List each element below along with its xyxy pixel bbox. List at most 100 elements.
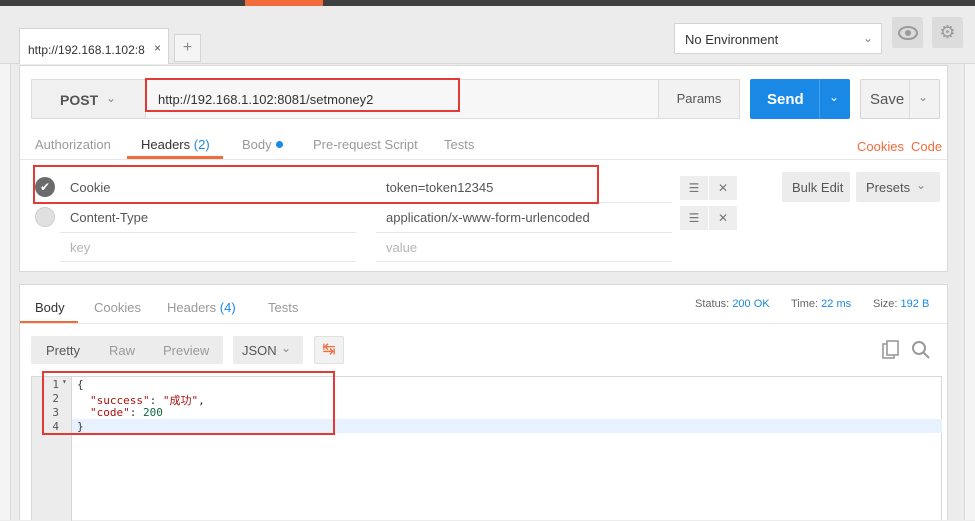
fold-arrow-icon[interactable]: ▾	[62, 377, 67, 386]
tab-body[interactable]: Body	[242, 137, 283, 152]
time-value: 22 ms	[821, 298, 852, 310]
line-number: 3	[52, 406, 59, 419]
save-button[interactable]: Save ⌄	[860, 79, 940, 119]
cookies-link[interactable]: Cookies	[857, 139, 904, 154]
divider	[20, 323, 947, 324]
tab-strip: http://192.168.1.102:8 × + No Environmen…	[0, 6, 975, 64]
tab-headers[interactable]: Headers (2)	[141, 137, 210, 152]
json-key: "code"	[90, 406, 130, 419]
code-line-1: {	[77, 378, 84, 391]
request-tab-label: http://192.168.1.102:8	[28, 43, 145, 57]
code-line-4: }	[77, 420, 84, 433]
header-row-2-checkbox[interactable]	[35, 207, 55, 227]
search-icon[interactable]	[911, 340, 931, 360]
divider	[20, 159, 947, 160]
header-row-2-menu-icon[interactable]: ☰	[680, 206, 708, 230]
json-format-label: JSON	[242, 343, 277, 358]
gear-icon[interactable]: ⚙	[932, 17, 963, 48]
status-label: Status:	[695, 298, 730, 310]
presets-button[interactable]: Presets ⌄	[856, 172, 940, 202]
new-header-value-input[interactable]: value	[386, 240, 417, 255]
send-button[interactable]: Send ⌄	[750, 79, 850, 119]
divider	[376, 261, 672, 262]
presets-label: Presets	[866, 180, 911, 195]
chevron-down-icon: ⌄	[916, 178, 927, 192]
save-divider	[909, 80, 910, 118]
wrap-lines-icon[interactable]: ↹	[314, 336, 344, 364]
send-divider	[819, 79, 820, 119]
save-label: Save	[870, 91, 905, 108]
line-number-gutter: 1 2 3 4 ▾	[32, 377, 72, 521]
status-value: 200 OK	[732, 298, 770, 310]
response-tab-cookies[interactable]: Cookies	[94, 300, 141, 315]
environment-selected: No Environment	[685, 32, 779, 47]
request-tab[interactable]: http://192.168.1.102:8 ×	[19, 28, 169, 64]
method-label: POST	[60, 92, 99, 108]
time-readout: Time: 22 ms	[791, 298, 851, 310]
chevron-down-icon: ⌄	[106, 91, 117, 105]
method-select[interactable]: POST ⌄	[31, 79, 145, 119]
line-number: 2	[52, 392, 59, 405]
chevron-down-icon[interactable]: ⌄	[829, 90, 839, 104]
chevron-down-icon: ⌄	[862, 31, 873, 45]
pretty-button[interactable]: Pretty	[46, 343, 80, 358]
tab-body-label: Body	[242, 137, 272, 152]
format-toggle: Pretty Raw Preview	[31, 336, 223, 364]
status-readout: Status: 200 OK	[695, 298, 770, 310]
response-body-editor[interactable]: 1 2 3 4 ▾ { "success": "成功", "code": 200…	[31, 376, 942, 521]
raw-button[interactable]: Raw	[109, 343, 135, 358]
size-readout: Size: 192 B	[873, 298, 929, 310]
add-tab-button[interactable]: +	[174, 34, 201, 62]
divider	[60, 232, 356, 233]
copy-icon[interactable]	[882, 340, 900, 360]
params-button[interactable]: Params	[658, 79, 740, 119]
size-value: 192 B	[900, 298, 930, 310]
bulk-edit-button[interactable]: Bulk Edit	[782, 172, 850, 202]
line-number: 4	[52, 420, 59, 433]
divider	[376, 202, 672, 203]
tab-authorization[interactable]: Authorization	[35, 137, 111, 152]
line-number: 1	[52, 378, 59, 391]
preview-button[interactable]: Preview	[163, 343, 209, 358]
new-header-key-input[interactable]: key	[70, 240, 90, 255]
header-row-1-delete-icon[interactable]: ✕	[709, 176, 737, 200]
body-indicator-dot	[275, 141, 283, 148]
tab-prerequest-script[interactable]: Pre-request Script	[313, 137, 418, 152]
header-row-1-checkbox[interactable]: ✔	[35, 177, 55, 197]
tab-tests[interactable]: Tests	[444, 137, 474, 152]
code-link[interactable]: Code	[911, 139, 942, 154]
divider	[60, 202, 356, 203]
header-row-1-key[interactable]: Cookie	[70, 180, 110, 195]
bulk-edit-label: Bulk Edit	[792, 180, 844, 195]
chevron-down-icon: ⌄	[281, 341, 292, 355]
scrollbar[interactable]	[964, 64, 975, 520]
code-line-3: "code": 200	[90, 406, 163, 419]
chevron-down-icon[interactable]: ⌄	[918, 90, 928, 104]
json-colon: :	[129, 406, 143, 419]
url-input[interactable]: http://192.168.1.102:8081/setmoney2	[145, 79, 659, 119]
eye-icon[interactable]	[892, 17, 923, 48]
divider	[60, 261, 356, 262]
tab-headers-label: Headers	[141, 137, 191, 152]
header-row-2-value[interactable]: application/x-www-form-urlencoded	[386, 210, 590, 225]
json-value: "成功"	[162, 394, 199, 407]
size-label: Size:	[873, 298, 898, 310]
active-line-highlight	[32, 419, 942, 433]
sidebar-edge	[0, 64, 11, 520]
response-tab-body[interactable]: Body	[35, 300, 65, 315]
response-headers-count: (4)	[219, 300, 236, 315]
close-tab-icon[interactable]: ×	[154, 41, 161, 55]
header-row-2-key[interactable]: Content-Type	[70, 210, 148, 225]
time-label: Time:	[791, 298, 819, 310]
json-value: 200	[143, 406, 163, 419]
response-tab-tests[interactable]: Tests	[268, 300, 298, 315]
header-row-2-delete-icon[interactable]: ✕	[709, 206, 737, 230]
header-row-1-value[interactable]: token=token12345	[386, 180, 493, 195]
headers-count: (2)	[193, 137, 210, 152]
environment-select[interactable]: No Environment ⌄	[674, 23, 882, 54]
send-label: Send	[767, 91, 804, 108]
response-tab-headers[interactable]: Headers (4)	[167, 300, 236, 315]
response-tab-headers-label: Headers	[167, 300, 217, 315]
header-row-1-menu-icon[interactable]: ☰	[680, 176, 708, 200]
json-format-select[interactable]: JSON ⌄	[233, 336, 303, 364]
